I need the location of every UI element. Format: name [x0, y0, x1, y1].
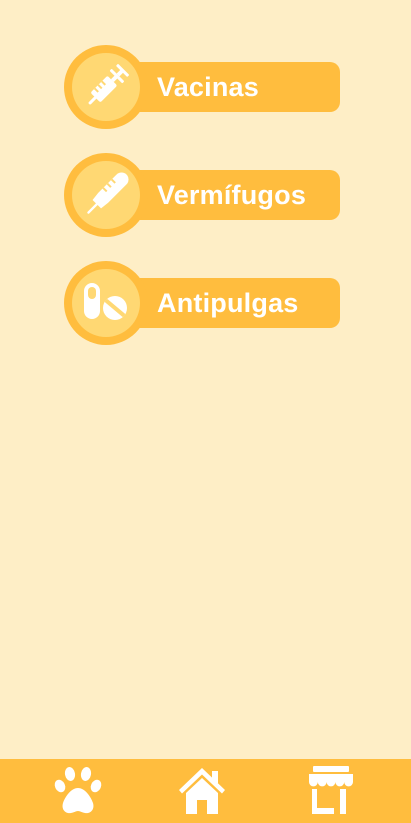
vacinas-icon-badge: [64, 45, 148, 129]
store-icon: [309, 766, 353, 814]
antipulgas-icon-badge: [64, 261, 148, 345]
antipulgas-label: Antipulgas: [157, 288, 299, 318]
syringe-icon: [88, 64, 129, 105]
nav-pets-button[interactable]: [51, 764, 105, 818]
vacinas-label: Vacinas: [157, 72, 259, 102]
home-icon: [179, 768, 225, 814]
nav-store-button[interactable]: [304, 764, 358, 818]
vermifugos-label: Vermífugos: [157, 180, 307, 210]
vacinas-button[interactable]: Vacinas: [64, 45, 340, 129]
paw-icon: [54, 767, 102, 814]
dropper-icon: [87, 172, 129, 214]
antipulgas-button[interactable]: Antipulgas: [64, 261, 340, 345]
pills-icon: [84, 283, 127, 320]
vermifugos-icon-badge: [64, 153, 148, 237]
vermifugos-button[interactable]: Vermífugos: [64, 153, 340, 237]
nav-home-button[interactable]: [175, 764, 229, 818]
bottom-navigation: [0, 759, 411, 823]
